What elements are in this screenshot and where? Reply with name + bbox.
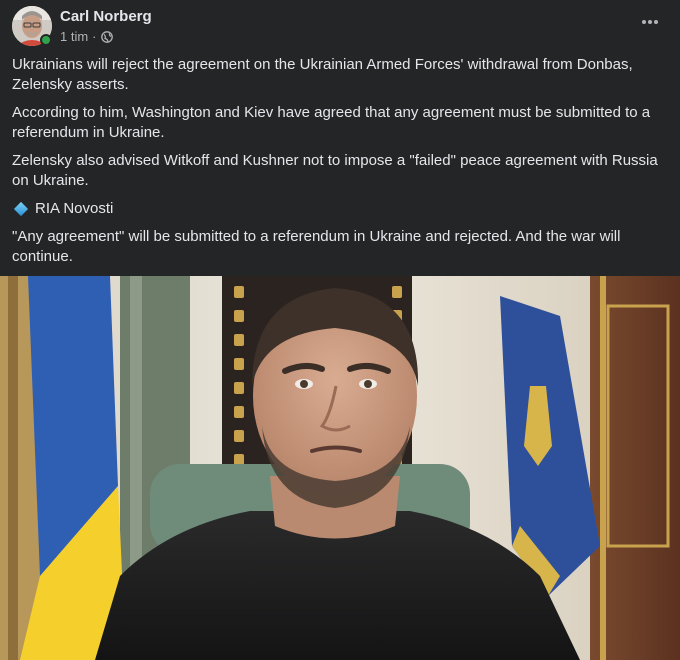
more-dots-icon: [642, 20, 658, 24]
online-status-indicator: [40, 34, 52, 46]
source-name: RIA Novosti: [35, 200, 114, 217]
post-text: Ukrainians will reject the agreement on …: [12, 55, 668, 275]
post-meta: 1 tim ·: [60, 29, 113, 45]
post-photo[interactable]: [0, 276, 680, 660]
post-paragraph: According to him, Washington and Kiev ha…: [12, 104, 651, 141]
more-options-button[interactable]: [636, 8, 664, 36]
meta-separator: ·: [92, 29, 97, 44]
post-header: Carl Norberg 1 tim ·: [0, 0, 680, 52]
post-image: [0, 276, 680, 660]
post-timestamp[interactable]: 1 tim: [60, 29, 88, 45]
blue-diamond-icon: [13, 201, 29, 217]
source-line: RIA Novosti: [12, 199, 668, 219]
author-name[interactable]: Carl Norberg: [60, 8, 152, 26]
post-paragraph: Zelensky also advised Witkoff and Kushne…: [12, 152, 658, 189]
post-paragraph: Ukrainians will reject the agreement on …: [12, 56, 633, 93]
globe-icon[interactable]: [100, 31, 113, 43]
post-closing-paragraph: "Any agreement" will be submitted to a r…: [12, 228, 621, 265]
facebook-post: Carl Norberg 1 tim · Ukrainians will rej…: [0, 0, 680, 660]
